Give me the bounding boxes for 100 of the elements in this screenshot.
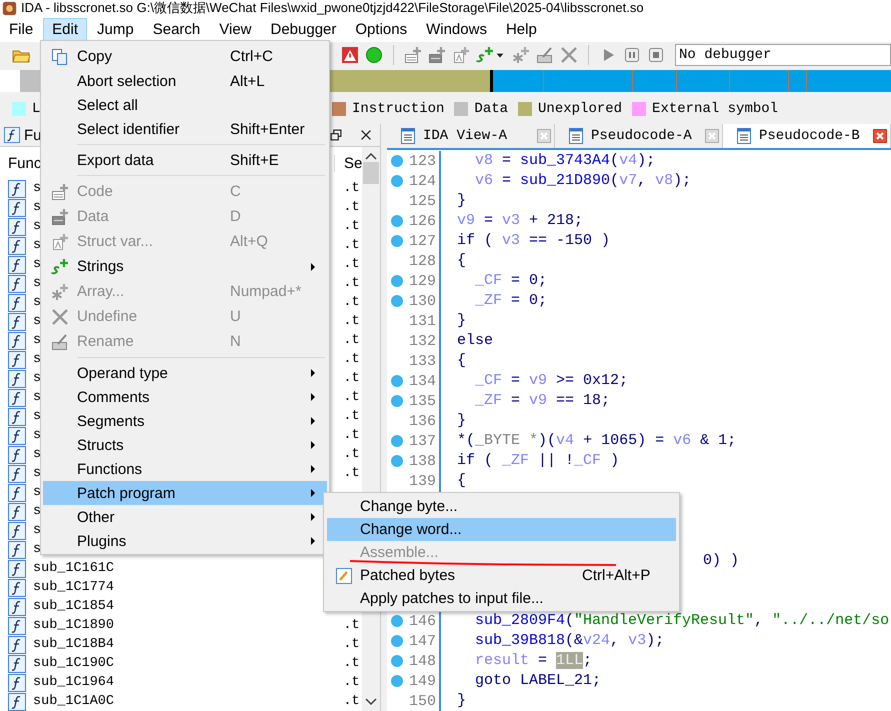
menu-item[interactable]: Comments (43, 385, 327, 409)
editor-tab[interactable]: Pseudocode-A (555, 124, 723, 148)
menu-item[interactable]: Functions (43, 457, 327, 481)
legend-label: Unexplored (538, 101, 622, 117)
line-dot[interactable] (391, 615, 403, 627)
line-dot[interactable] (391, 675, 403, 687)
menu-bar-item[interactable]: Search (144, 18, 210, 40)
function-name[interactable]: s (33, 466, 42, 481)
function-name[interactable]: s (33, 523, 42, 538)
segment-cell: .t (343, 618, 360, 633)
menu-item[interactable]: Other (43, 505, 327, 529)
x-icon (560, 46, 578, 64)
function-name[interactable]: sub_1C18B4 (33, 637, 114, 652)
function-name[interactable]: s (33, 257, 42, 272)
menu-item[interactable]: Patched bytes Ctrl+Alt+P (327, 564, 676, 587)
function-name[interactable]: sub_1C161C (33, 561, 114, 576)
function-name[interactable]: s (33, 447, 42, 462)
menu-item[interactable]: Apply patches to input file... (327, 587, 676, 610)
function-name[interactable]: s (33, 409, 42, 424)
line-dot[interactable] (391, 215, 403, 227)
struct-icon (452, 46, 470, 64)
function-name[interactable]: sub_1C1854 (33, 599, 114, 614)
function-name[interactable]: s (33, 390, 42, 405)
menu-bar-item[interactable]: View (210, 18, 260, 40)
menu-item[interactable]: Abort selection Alt+L (43, 69, 327, 93)
code-line: else (456, 333, 494, 349)
menu-item[interactable]: Select identifier Shift+Enter (43, 117, 327, 141)
function-icon (8, 522, 26, 540)
function-name[interactable]: s (33, 314, 42, 329)
line-dot[interactable] (391, 655, 403, 667)
function-name[interactable]: sub_1C1774 (33, 580, 114, 595)
document-icon (567, 127, 585, 145)
segment-cell: .t (343, 314, 360, 329)
pencil-icon (334, 566, 352, 584)
function-name[interactable]: s (33, 352, 42, 367)
menu-bar-item[interactable]: Windows (417, 18, 496, 40)
function-name[interactable]: s (33, 200, 42, 215)
line-dot[interactable] (391, 155, 403, 167)
segment-cell: .t (343, 675, 360, 690)
function-name[interactable]: sub_1C190C (33, 656, 114, 671)
function-name[interactable]: s (33, 504, 42, 519)
menu-item[interactable]: Change word... (327, 518, 676, 541)
line-dot[interactable] (391, 455, 403, 467)
function-name[interactable]: s (33, 219, 42, 234)
function-name[interactable]: s (33, 295, 42, 310)
line-dot[interactable] (391, 375, 403, 387)
menu-item[interactable]: Operand type (43, 361, 327, 385)
function-icon (8, 256, 26, 274)
data-icon (428, 46, 446, 64)
rename-icon (536, 46, 554, 64)
function-name[interactable]: s (33, 238, 42, 253)
function-icon (8, 218, 26, 236)
line-dot[interactable] (391, 435, 403, 447)
function-name[interactable]: sub_1C1964 (33, 675, 114, 690)
function-name[interactable]: sub_1C1A0C (33, 694, 114, 709)
function-name[interactable]: s (33, 542, 42, 557)
menu-item[interactable]: Segments (43, 409, 327, 433)
menu-item[interactable]: Export data Shift+E (43, 148, 327, 172)
menu-item[interactable]: Structs (43, 433, 327, 457)
editor-tab[interactable]: IDA View-A (387, 124, 555, 148)
line-dot[interactable] (391, 235, 403, 247)
line-dot[interactable] (391, 635, 403, 647)
function-icon (8, 312, 26, 330)
menu-bar-item[interactable]: Help (496, 18, 546, 40)
function-icon (8, 692, 26, 710)
function-icon (8, 502, 26, 520)
menu-bar-item[interactable]: Edit (43, 18, 88, 40)
pause-icon (623, 46, 641, 64)
function-icon (8, 674, 26, 692)
line-dot[interactable] (391, 295, 403, 307)
menu-bar-item[interactable]: Debugger (262, 18, 346, 40)
code-line: *(_BYTE *)(v4 + 1065) = v6 & 1; (456, 433, 736, 449)
menu-item[interactable]: Patch program (43, 481, 327, 505)
menu-bar-item[interactable]: Options (346, 18, 416, 40)
menu-bar-item[interactable]: Jump (88, 18, 143, 40)
line-dot[interactable] (391, 395, 403, 407)
debugger-select[interactable]: No debugger (675, 44, 891, 66)
function-name[interactable]: s (33, 371, 42, 386)
menu-item[interactable]: Copy Ctrl+C (43, 44, 327, 69)
scrollbar-thumb[interactable] (363, 162, 380, 184)
function-name[interactable]: s (33, 428, 42, 443)
function-name[interactable]: sub_1C1890 (33, 618, 114, 633)
menu-item[interactable]: Select all (43, 93, 327, 117)
function-icon (8, 540, 26, 558)
function-icon (8, 294, 26, 312)
function-name[interactable]: s (33, 276, 42, 291)
line-dot[interactable] (391, 175, 403, 187)
segment-cell: .t (343, 656, 360, 671)
function-name[interactable]: s (33, 485, 42, 500)
function-name[interactable]: s (33, 333, 42, 348)
menu-item[interactable]: Plugins (43, 529, 327, 553)
menu-item[interactable]: Strings (43, 254, 327, 279)
menu-item[interactable]: Change byte... (327, 495, 676, 518)
editor-tab[interactable]: Pseudocode-B (723, 124, 891, 148)
menu-bar-item[interactable]: File (0, 18, 42, 40)
function-name[interactable]: s (33, 181, 42, 196)
line-dot[interactable] (391, 275, 403, 287)
line-number: 147 (408, 632, 436, 650)
segment-cell: .t (343, 295, 360, 310)
code-line: } (456, 693, 466, 709)
